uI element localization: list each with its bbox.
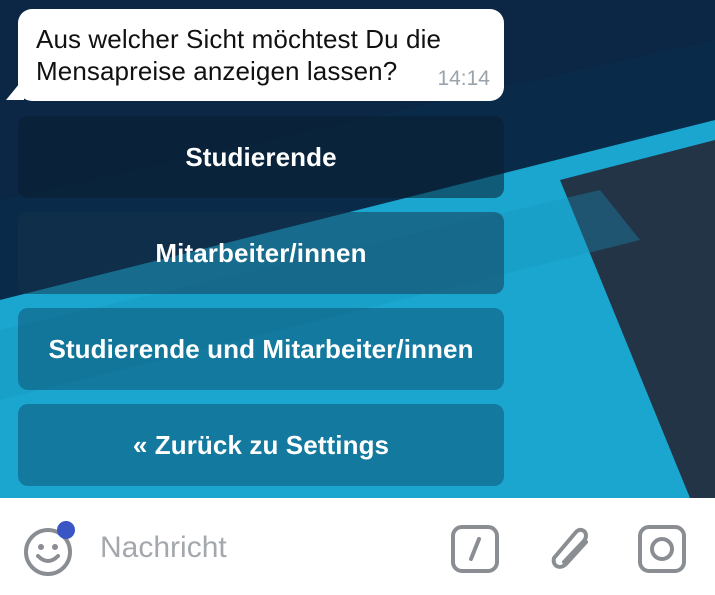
keyboard-button-zurueck-zu-settings[interactable]: « Zurück zu Settings (18, 404, 504, 486)
message-timestamp: 14:14 (437, 67, 490, 90)
camera-icon[interactable] (636, 524, 690, 574)
emoji-badge-dot (57, 521, 75, 539)
slash-command-icon[interactable] (450, 524, 500, 574)
keyboard-button-studierende-und-mitarbeiter[interactable]: Studierende und Mitarbeiter/innen (18, 308, 504, 390)
message-bubble: Aus welcher Sicht möchtest Du die Mensap… (18, 9, 504, 101)
paperclip-icon[interactable] (546, 520, 596, 578)
message-input[interactable] (100, 522, 430, 574)
keyboard-button-mitarbeiter[interactable]: Mitarbeiter/innen (18, 212, 504, 294)
message-text: Aus welcher Sicht möchtest Du die Mensap… (36, 24, 442, 86)
keyboard-button-studierende[interactable]: Studierende (18, 116, 504, 198)
